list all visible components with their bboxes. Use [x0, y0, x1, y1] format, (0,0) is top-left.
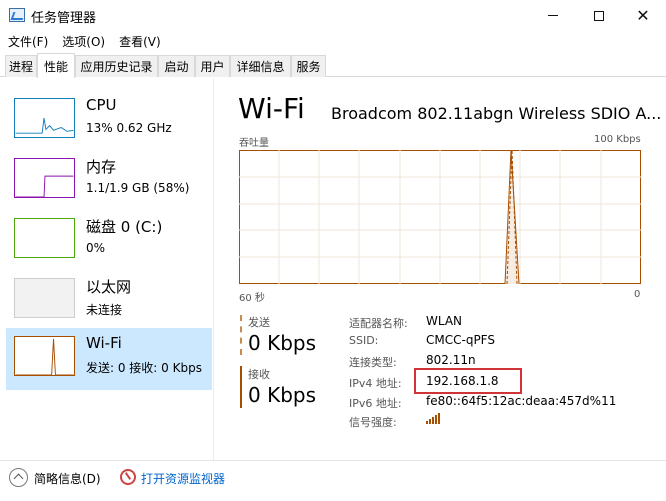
ethernet-thumbnail [14, 278, 75, 318]
prop-signal-label: 信号强度: [349, 416, 397, 429]
resource-sub: 13% 0.62 GHz [86, 121, 172, 135]
resource-ethernet[interactable]: 以太网 未连接 [6, 270, 212, 332]
detail-title: Wi-Fi [238, 92, 305, 125]
resource-name: 内存 [86, 158, 117, 176]
maximize-button[interactable] [576, 0, 622, 31]
send-value: 0 Kbps [248, 331, 317, 355]
prop-ssid-label: SSID: [349, 334, 379, 347]
send-legend-line [240, 315, 242, 355]
recv-label: 接收 [248, 368, 270, 381]
prop-ipv4-label: IPv4 地址: [349, 377, 402, 390]
signal-strength-icon [426, 413, 440, 424]
tab-bar: 进程 性能 应用历史记录 启动 用户 详细信息 服务 [0, 53, 666, 78]
throughput-graph [239, 150, 641, 284]
graph-throughput-label: 吞吐量 [239, 138, 269, 149]
chevron-up-icon[interactable] [9, 468, 28, 487]
tab-performance[interactable]: 性能 [37, 53, 75, 78]
wifi-thumbnail [14, 336, 75, 376]
graph-max-label: 100 Kbps [594, 134, 641, 145]
recv-value: 0 Kbps [248, 383, 317, 407]
tab-startup[interactable]: 启动 [158, 55, 195, 77]
resource-name: Wi-Fi [86, 334, 122, 352]
resource-name: CPU [86, 96, 117, 114]
prop-ipv6-label: IPv6 地址: [349, 397, 402, 410]
prop-adapter-label: 适配器名称: [349, 317, 408, 330]
memory-thumbnail [14, 158, 75, 198]
resource-list: CPU 13% 0.62 GHz 内存 1.1/1.9 GB (58%) 磁盘 … [0, 78, 214, 460]
open-resource-monitor-link[interactable]: 打开资源监视器 [141, 470, 225, 487]
minimize-icon [548, 15, 558, 16]
tab-details[interactable]: 详细信息 [230, 55, 291, 77]
prop-type-label: 连接类型: [349, 356, 397, 369]
menu-file[interactable]: 文件(F) [8, 33, 48, 50]
resource-wifi[interactable]: Wi-Fi 发送: 0 接收: 0 Kbps [6, 328, 212, 390]
ipv4-highlight-box [414, 368, 522, 394]
close-icon: ✕ [636, 5, 650, 25]
resource-name: 磁盘 0 (C:) [86, 218, 163, 236]
prop-ssid-value: CMCC-qPFS [426, 333, 495, 347]
resource-cpu[interactable]: CPU 13% 0.62 GHz [6, 90, 212, 152]
fewer-details-link[interactable]: 简略信息(D) [34, 470, 101, 487]
footer-bar: 简略信息(D) 打开资源监视器 [0, 460, 666, 501]
resource-sub: 1.1/1.9 GB (58%) [86, 181, 190, 195]
resource-memory[interactable]: 内存 1.1/1.9 GB (58%) [6, 150, 212, 212]
disk-thumbnail [14, 218, 75, 258]
resource-sub: 未连接 [86, 303, 123, 317]
cpu-thumbnail [14, 98, 75, 138]
adapter-name: Broadcom 802.11abgn Wireless SDIO A... [331, 104, 662, 123]
title-bar: 任务管理器 ✕ [0, 0, 666, 31]
recv-legend-line [240, 366, 242, 408]
send-label: 发送 [248, 316, 270, 329]
menu-bar: 文件(F) 选项(O) 查看(V) [0, 31, 666, 52]
menu-options[interactable]: 选项(O) [62, 33, 105, 50]
tab-users[interactable]: 用户 [195, 55, 230, 77]
graph-zero-label: 0 [634, 289, 641, 300]
graph-time-label: 60 秒 [239, 293, 265, 304]
resource-disk[interactable]: 磁盘 0 (C:) 0% [6, 210, 212, 272]
prop-adapter-value: WLAN [426, 314, 463, 328]
tab-app-history[interactable]: 应用历史记录 [75, 55, 158, 77]
prop-ipv6-value: fe80::64f5:12ac:deaa:457d%11 [426, 394, 617, 408]
resource-sub: 发送: 0 接收: 0 Kbps [86, 361, 202, 375]
tab-processes[interactable]: 进程 [5, 55, 37, 77]
window-title: 任务管理器 [31, 11, 97, 26]
task-manager-icon [9, 8, 25, 22]
resource-sub: 0% [86, 241, 106, 255]
close-button[interactable]: ✕ [620, 0, 666, 31]
menu-view[interactable]: 查看(V) [119, 33, 161, 50]
tab-services[interactable]: 服务 [291, 55, 326, 77]
resource-name: 以太网 [86, 278, 132, 296]
prop-type-value: 802.11n [426, 353, 476, 367]
minimize-button[interactable] [530, 0, 576, 31]
resource-monitor-icon [120, 469, 136, 485]
maximize-icon [594, 10, 604, 21]
